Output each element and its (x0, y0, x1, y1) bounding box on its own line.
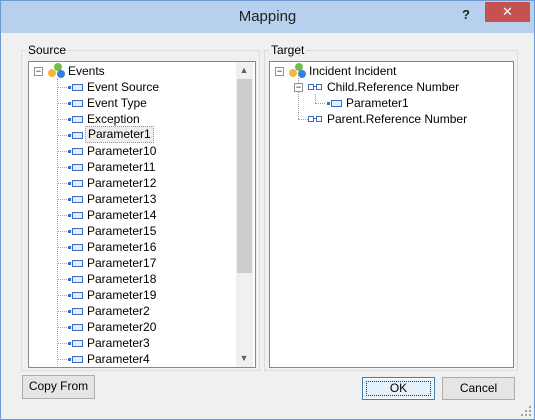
tree-item-label: Parameter19 (87, 288, 157, 302)
parameter1-label: Parameter1 (346, 96, 409, 110)
scroll-thumb[interactable] (237, 79, 252, 273)
field-icon (68, 132, 83, 139)
tree-item-label: Parameter16 (87, 240, 157, 254)
collapse-icon[interactable]: − (275, 67, 284, 76)
tree-item-label: Parameter2 (87, 304, 150, 318)
field-icon (68, 100, 83, 107)
field-icon (68, 84, 83, 91)
tree-item-label: Parameter17 (87, 256, 157, 270)
tree-item-label: Parameter15 (87, 224, 157, 238)
events-label: Events (68, 64, 105, 78)
field-icon (68, 196, 83, 203)
tree-item-label: Event Source (87, 80, 160, 94)
field-icon (68, 212, 83, 219)
child-reference-label: Child.Reference Number (327, 80, 460, 94)
tree-item-label: Parameter11 (87, 160, 156, 174)
field-icon (68, 340, 83, 347)
source-scrollbar[interactable]: ▲ ▼ (236, 62, 253, 367)
tree-item-label: Event Type (87, 96, 147, 110)
ok-button[interactable]: OK (362, 377, 435, 400)
field-icon (68, 244, 83, 251)
title-bar: Mapping ? ✕ (1, 1, 534, 33)
incident-root-icon (289, 63, 307, 79)
parent-reference-label: Parent.Reference Number (327, 112, 468, 126)
tree-item-label: Parameter13 (87, 192, 157, 206)
events-root-icon (48, 63, 66, 79)
incident-label: Incident Incident (309, 64, 397, 78)
collapse-icon[interactable]: − (294, 83, 303, 92)
field-icon (68, 292, 83, 299)
cancel-button[interactable]: Cancel (442, 377, 515, 400)
help-button[interactable]: ? (456, 7, 476, 25)
source-tree[interactable]: − Events Event Source Event Type Exception… (28, 61, 256, 368)
tree-item-label: Parameter20 (87, 320, 157, 334)
scroll-down-icon[interactable]: ▼ (236, 350, 252, 366)
field-icon (68, 148, 83, 155)
field-icon (68, 260, 83, 267)
field-icon (68, 308, 83, 315)
tree-item-label: Parameter4 (87, 352, 150, 366)
tree-item-label: Parameter12 (87, 176, 157, 190)
window-title: Mapping (238, 8, 297, 25)
field-icon (68, 356, 83, 363)
field-icon (327, 100, 342, 107)
tree-item-label: Parameter1 (85, 126, 154, 143)
target-tree[interactable]: − Incident Incident − Child.Reference Nu… (269, 61, 514, 368)
collapse-icon[interactable]: − (34, 67, 43, 76)
field-icon (68, 164, 83, 171)
link-icon (308, 83, 322, 91)
field-icon (68, 324, 83, 331)
resize-grip-icon[interactable] (521, 406, 531, 416)
close-button[interactable]: ✕ (485, 2, 530, 22)
copy-from-button[interactable]: Copy From (22, 375, 95, 399)
tree-item-label: Exception (87, 112, 140, 126)
mapping-dialog: Mapping ? ✕ Source − Events Event Source… (0, 0, 535, 420)
tree-item-label: Parameter18 (87, 272, 157, 286)
scroll-up-icon[interactable]: ▲ (236, 62, 252, 78)
target-label: Target (269, 43, 307, 57)
field-icon (68, 276, 83, 283)
link-icon (308, 115, 322, 123)
tree-item-label: Parameter10 (87, 144, 157, 158)
field-icon (68, 180, 83, 187)
source-label: Source (26, 43, 69, 57)
tree-item-label: Parameter3 (87, 336, 150, 350)
field-icon (68, 116, 83, 123)
field-icon (68, 228, 83, 235)
tree-item-label: Parameter14 (87, 208, 157, 222)
